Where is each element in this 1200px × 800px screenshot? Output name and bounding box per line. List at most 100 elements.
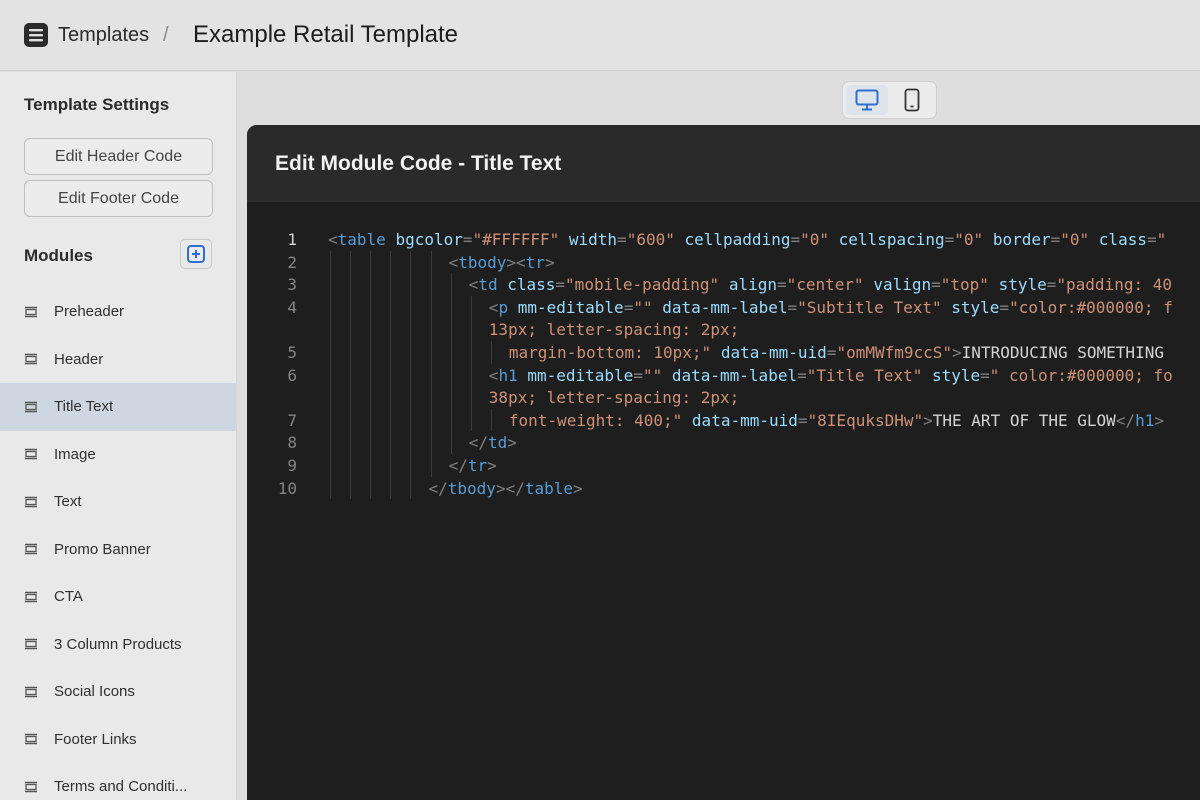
indent-guide	[390, 476, 392, 500]
mobile-view-button[interactable]	[892, 85, 934, 115]
indent-guide	[430, 318, 432, 341]
indent-guide	[450, 295, 452, 319]
code-token: "mobile-padding"	[565, 275, 720, 295]
indent-guide	[390, 295, 392, 319]
sidebar: Template Settings Edit Header Code Edit …	[0, 72, 237, 800]
indent-guide	[430, 295, 432, 319]
code-token: td	[487, 433, 508, 453]
module-item[interactable]: 3 Column Products	[0, 621, 236, 669]
code-token: "top"	[940, 275, 989, 295]
indent-guide	[390, 386, 392, 409]
code-token: ><	[506, 252, 526, 272]
module-block-icon	[25, 781, 37, 792]
code-token: margin-bottom: 10px;"	[508, 343, 712, 362]
module-item-label: Footer Links	[54, 730, 137, 748]
template-stack-icon[interactable]	[24, 23, 48, 47]
code-token: "8IEquksDHw"	[807, 410, 924, 430]
module-item[interactable]: Preheader	[0, 288, 236, 336]
code-token: =	[776, 275, 787, 295]
indent-guide	[370, 476, 372, 500]
code-token: =	[1146, 230, 1157, 249]
code-line: <tbody><tr>	[449, 253, 555, 272]
code-editor[interactable]: 1 2 3 4 5 6 7 8 9 10 <table bgcolor="#FFFFFF" wid…	[247, 202, 1200, 800]
indent-guide	[350, 295, 352, 319]
code-token: tbody	[458, 252, 507, 272]
code-token: "color:#000000; f	[1009, 297, 1173, 317]
indent-guide	[350, 273, 352, 296]
desktop-view-button[interactable]	[846, 85, 888, 115]
code-token: >	[487, 456, 497, 475]
indent-guide	[330, 386, 331, 409]
indent-guide	[430, 341, 432, 364]
code-token: "padding: 40	[1056, 275, 1172, 295]
breadcrumb-templates-link[interactable]: Templates	[58, 23, 149, 47]
code-token: style	[998, 275, 1047, 295]
code-token: mm-editable	[527, 365, 634, 385]
module-block-icon	[25, 496, 37, 507]
indent-guide	[410, 454, 412, 477]
code-token: cellspacing	[838, 230, 945, 249]
module-item-label: 3 Column Products	[54, 635, 182, 653]
module-item[interactable]: Header	[0, 336, 236, 384]
indent-guide	[350, 454, 352, 477]
module-item[interactable]: CTA	[0, 573, 236, 621]
indent-guide	[450, 408, 452, 432]
code-token: h1	[498, 365, 518, 385]
add-module-button[interactable]	[180, 239, 212, 269]
code-token: h1	[1135, 410, 1155, 430]
indent-guide	[330, 408, 331, 432]
code-line: <h1 mm-editable="" data-mm-label="Title …	[489, 366, 1173, 385]
code-token: ></	[495, 478, 525, 498]
code-token: <	[488, 365, 499, 385]
code-token: font-weight: 400;"	[508, 410, 683, 430]
indent-guide	[350, 341, 352, 364]
module-item[interactable]: Footer Links	[0, 716, 236, 764]
code-line: <p mm-editable="" data-mm-label="Subtitl…	[489, 298, 1173, 317]
code-token: cellpadding	[684, 230, 791, 249]
code-token: >	[923, 410, 933, 430]
indent-guide	[370, 431, 372, 454]
code-token: >	[1154, 410, 1164, 430]
module-item[interactable]: Image	[0, 431, 236, 479]
code-token: mm-editable	[517, 297, 624, 317]
code-token: "600"	[626, 230, 675, 249]
edit-header-code-button[interactable]: Edit Header Code	[24, 138, 213, 175]
indent-guide	[350, 408, 352, 432]
module-item[interactable]: Promo Banner	[0, 526, 236, 574]
desktop-monitor-icon	[855, 89, 879, 111]
indent-guide	[330, 454, 331, 477]
module-item[interactable]: Title Text	[0, 383, 236, 431]
module-item-label: Social Icons	[54, 683, 135, 701]
indent-guide	[350, 250, 352, 274]
code-token: =	[1050, 230, 1061, 249]
edit-footer-code-button[interactable]: Edit Footer Code	[24, 180, 213, 217]
code-line: </td>	[469, 433, 517, 452]
module-item[interactable]: Terms and Conditi...	[0, 763, 236, 800]
module-block-icon	[25, 449, 37, 460]
module-item[interactable]: Social Icons	[0, 668, 236, 716]
code-token: data-mm-uid	[691, 410, 798, 430]
code-token: <	[488, 297, 499, 317]
code-token: =	[617, 230, 627, 249]
code-token: class	[507, 275, 556, 295]
code-token: </	[1115, 410, 1136, 430]
modules-heading: Modules	[24, 246, 93, 265]
line-number: 2	[287, 252, 297, 272]
module-block-icon	[25, 734, 37, 745]
module-block-icon	[25, 686, 37, 697]
line-number: 5	[287, 343, 297, 362]
indent-guide	[430, 273, 432, 296]
module-item[interactable]: Text	[0, 478, 236, 526]
code-token: =	[826, 343, 837, 362]
code-token: "Title Text"	[806, 365, 923, 385]
code-token: =	[797, 365, 807, 385]
indent-guide	[410, 476, 412, 500]
indent-guide	[390, 341, 392, 364]
indent-guide	[350, 431, 352, 454]
